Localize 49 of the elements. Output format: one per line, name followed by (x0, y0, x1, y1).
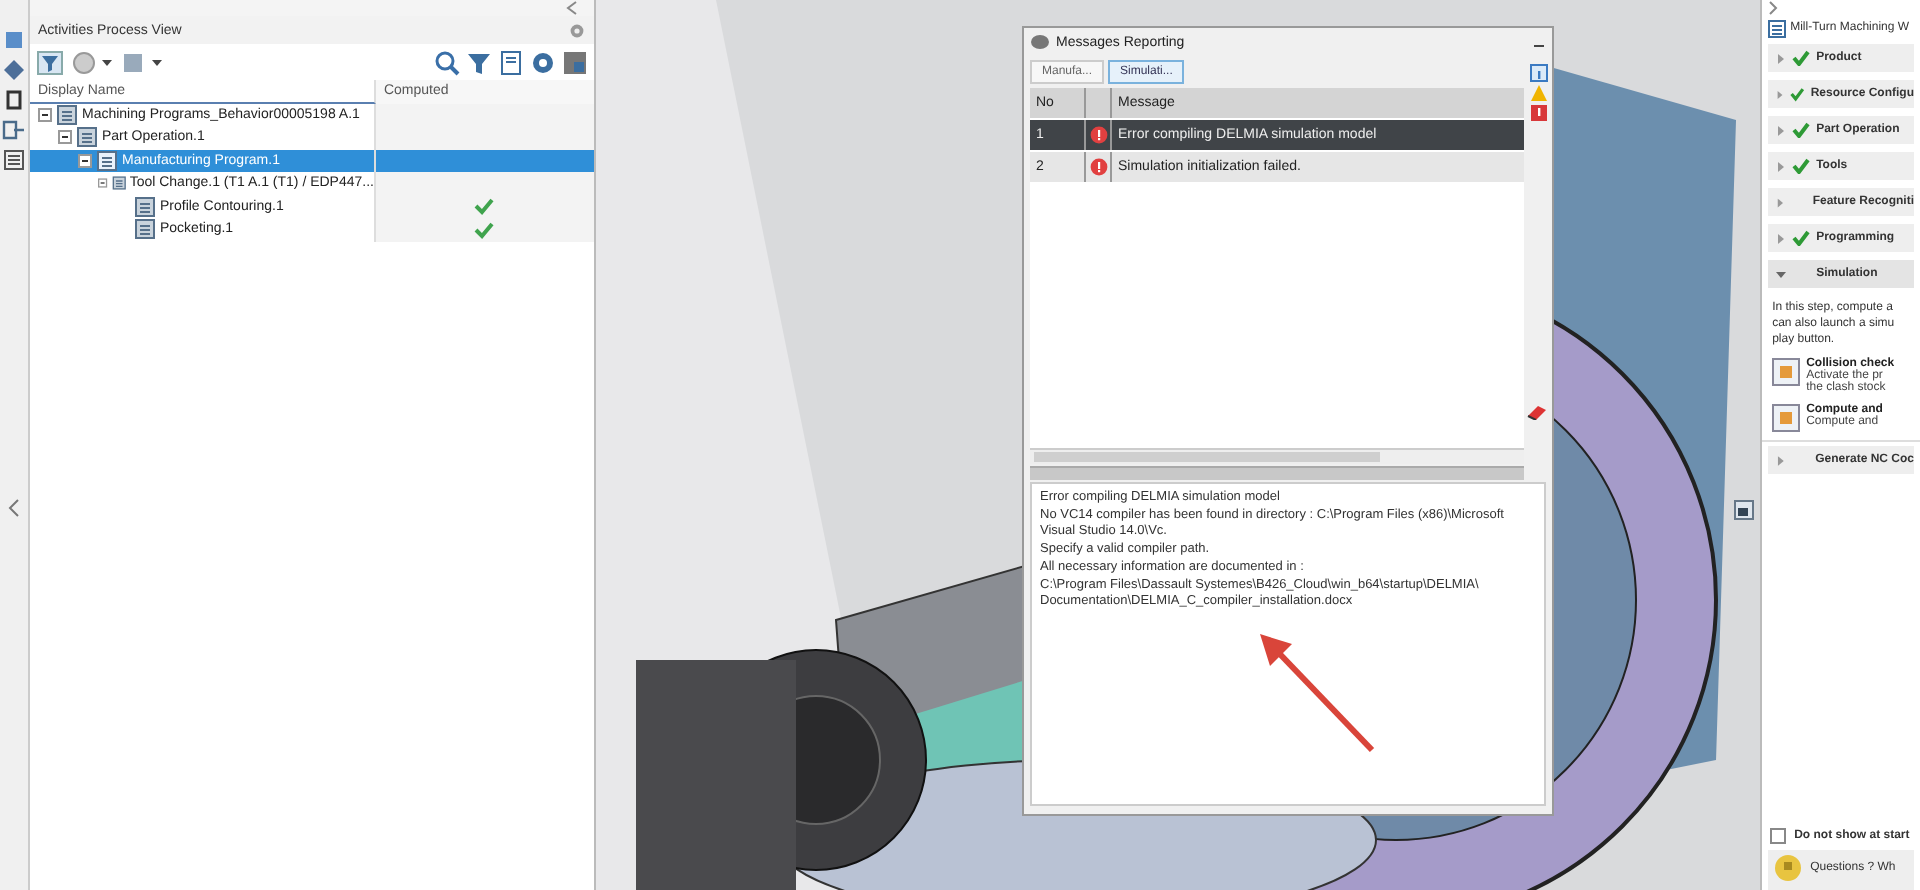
collapse-toggle-icon[interactable] (37, 107, 52, 122)
dropdown-icon[interactable] (69, 49, 114, 75)
checkmark-icon (1790, 86, 1805, 102)
action-icon[interactable] (1772, 358, 1801, 386)
expand-icon[interactable] (1776, 455, 1786, 465)
expand-icon[interactable] (1776, 161, 1787, 171)
collapse-icon[interactable] (565, 0, 578, 16)
error-icon (1089, 126, 1107, 144)
tool-icon[interactable] (1, 148, 26, 172)
filter-icon[interactable] (465, 49, 492, 75)
action-icon[interactable] (1772, 404, 1801, 432)
error-icon (1089, 158, 1107, 176)
info-icon[interactable] (1529, 64, 1547, 82)
error-icon[interactable] (1529, 104, 1547, 122)
expand-icon[interactable] (1776, 197, 1785, 207)
message-icon (1030, 34, 1050, 50)
panel-icon[interactable] (1734, 500, 1755, 520)
collapse-toggle-icon[interactable] (97, 176, 108, 191)
tool-icon[interactable] (1, 88, 26, 112)
checkbox[interactable] (1770, 828, 1787, 844)
expand-icon[interactable] (1776, 89, 1785, 99)
help-icon (1774, 854, 1803, 882)
tool-icon[interactable] (1, 118, 26, 142)
checkmark-icon (1792, 50, 1811, 66)
collapse-toggle-icon[interactable] (77, 153, 92, 168)
expand-icon[interactable] (1776, 125, 1787, 135)
collapse-toggle-icon[interactable] (57, 130, 72, 145)
checkmark-icon (1792, 122, 1811, 138)
node-icon (75, 126, 98, 149)
node-icon (55, 103, 78, 126)
expand-icon[interactable] (1776, 53, 1787, 63)
dropdown-icon[interactable] (119, 49, 164, 75)
node-icon (133, 218, 156, 241)
collapse-icon[interactable] (7, 498, 20, 518)
scrollbar[interactable] (1030, 448, 1524, 464)
collapse-icon[interactable] (1776, 269, 1787, 279)
list-icon (1768, 19, 1787, 37)
expand-icon[interactable] (1768, 0, 1779, 16)
node-icon (133, 195, 156, 218)
layout-icon[interactable] (561, 49, 588, 75)
search-icon[interactable] (433, 49, 460, 75)
clear-icon[interactable] (1526, 404, 1548, 420)
filter-icon[interactable] (35, 49, 64, 75)
settings-icon[interactable] (567, 21, 586, 39)
expand-icon[interactable] (1776, 233, 1787, 243)
document-icon[interactable] (497, 49, 524, 75)
checkmark-icon (1792, 158, 1811, 174)
gear-icon[interactable] (529, 49, 556, 75)
checkmark-icon (1792, 230, 1811, 246)
